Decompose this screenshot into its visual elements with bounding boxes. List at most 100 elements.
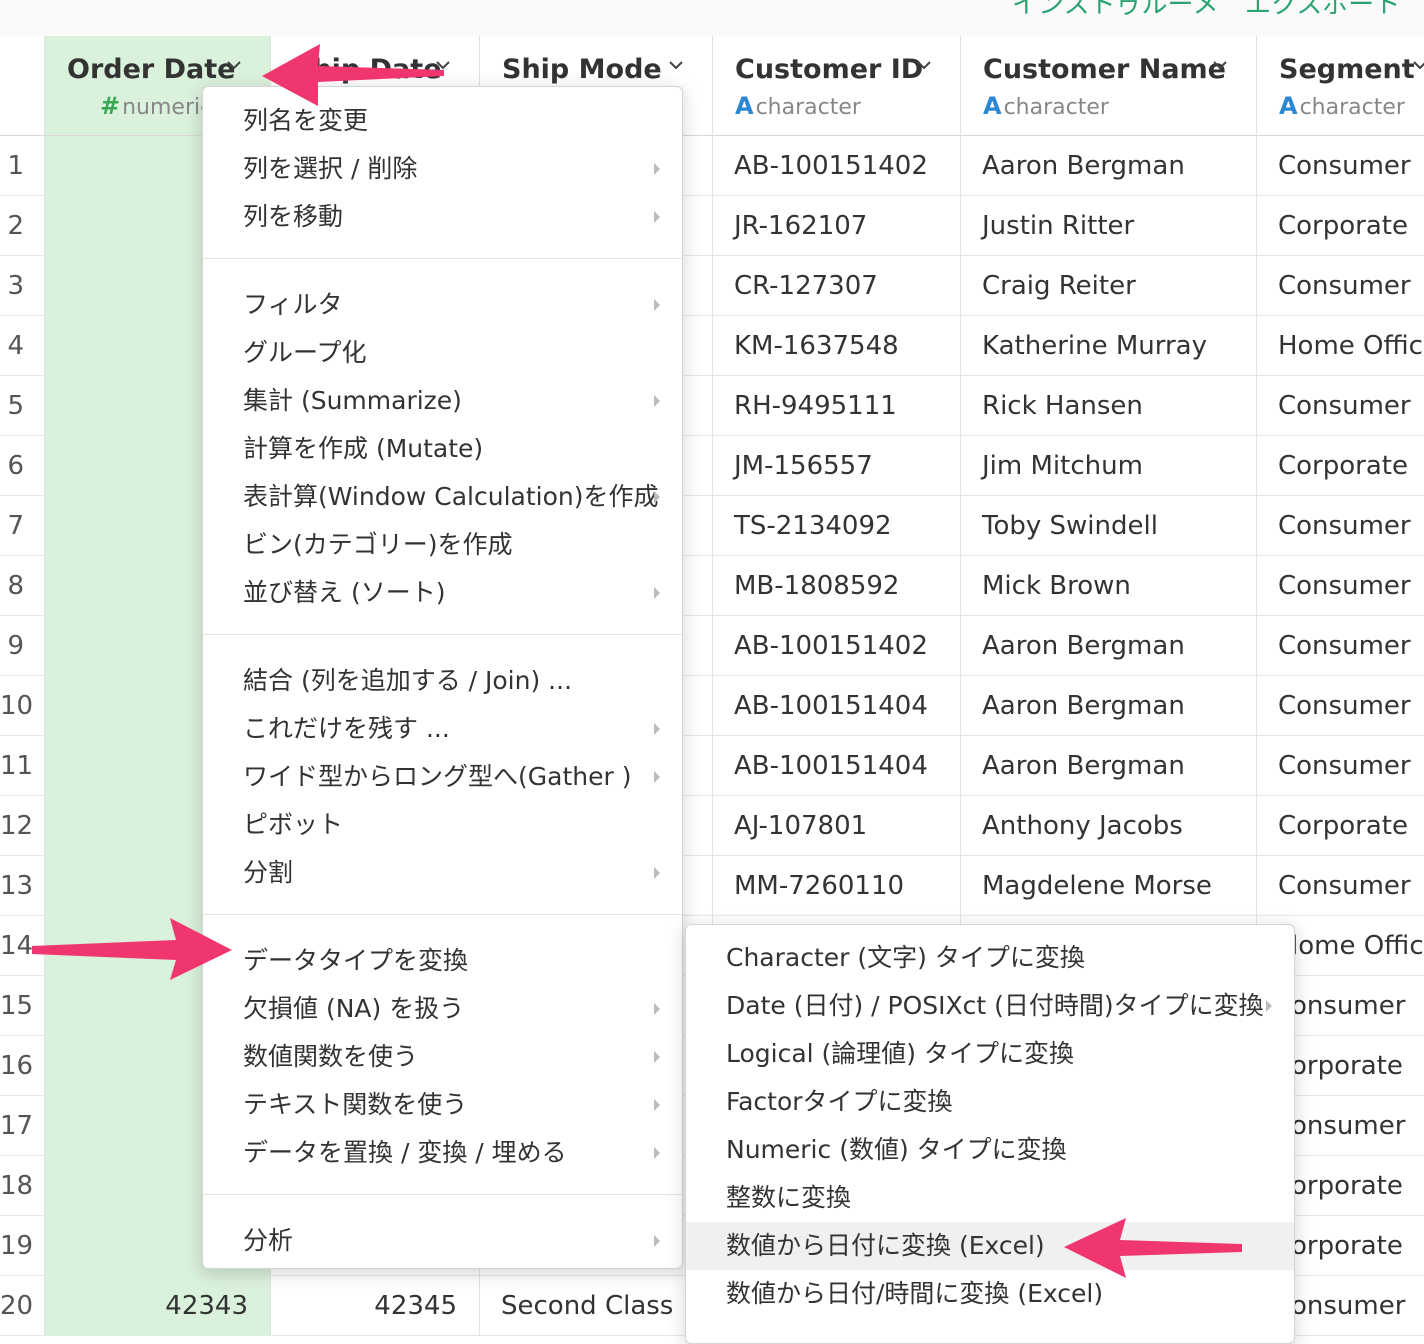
column-header-segment[interactable]: Segment Acharacter	[1257, 36, 1424, 136]
row-index[interactable]: 14	[0, 916, 45, 976]
menu-item[interactable]: 分析	[203, 1217, 682, 1265]
submenu-item[interactable]: 数値から日付/時間に変換 (Excel)	[686, 1270, 1294, 1318]
column-header-customer-name[interactable]: Customer Name Acharacter	[961, 36, 1257, 136]
customer-name-cell[interactable]: Mick Brown	[961, 556, 1257, 616]
segment-cell[interactable]: Corporate	[1257, 436, 1424, 496]
submenu-item[interactable]: Character (文字) タイプに変換	[686, 934, 1294, 982]
row-index[interactable]: 4	[0, 316, 45, 376]
segment-cell[interactable]: Consumer	[1257, 256, 1424, 316]
ship-date-cell[interactable]: 42345	[271, 1276, 480, 1336]
customer-id-cell[interactable]: AB-100151404	[713, 736, 961, 796]
customer-name-cell[interactable]: Rick Hansen	[961, 376, 1257, 436]
menu-item[interactable]: 欠損値 (NA) を扱う	[203, 985, 682, 1033]
menu-item[interactable]: テキスト関数を使う	[203, 1081, 682, 1129]
column-header-customer-id[interactable]: Customer ID Acharacter	[713, 36, 961, 136]
row-index[interactable]: 18	[0, 1156, 45, 1216]
menu-item[interactable]: 計算を作成 (Mutate)	[203, 425, 682, 473]
ship-mode-cell[interactable]: Second Class	[480, 1276, 713, 1336]
chevron-down-icon[interactable]	[1213, 58, 1227, 72]
row-index[interactable]: 5	[0, 376, 45, 436]
customer-name-cell[interactable]: Justin Ritter	[961, 196, 1257, 256]
customer-id-cell[interactable]: AJ-107801	[713, 796, 961, 856]
menu-item[interactable]: グループ化	[203, 329, 682, 377]
segment-cell[interactable]: Consumer	[1257, 856, 1424, 916]
chevron-down-icon[interactable]	[436, 58, 450, 72]
segment-cell[interactable]: Consumer	[1257, 616, 1424, 676]
row-index[interactable]: 16	[0, 1036, 45, 1096]
menu-item[interactable]: 表計算(Window Calculation)を作成	[203, 473, 682, 521]
customer-name-cell[interactable]: Toby Swindell	[961, 496, 1257, 556]
row-index[interactable]: 9	[0, 616, 45, 676]
menu-item[interactable]: フィルタ	[203, 281, 682, 329]
menu-item[interactable]: データを置換 / 変換 / 埋める	[203, 1129, 682, 1177]
customer-id-cell[interactable]: CR-127307	[713, 256, 961, 316]
customer-id-cell[interactable]: AB-100151402	[713, 136, 961, 196]
row-index[interactable]: 3	[0, 256, 45, 316]
menu-item[interactable]: 数値関数を使う	[203, 1033, 682, 1081]
chevron-down-icon[interactable]	[669, 58, 683, 72]
customer-id-cell[interactable]: KM-1637548	[713, 316, 961, 376]
customer-name-cell[interactable]: Craig Reiter	[961, 256, 1257, 316]
row-index[interactable]: 11	[0, 736, 45, 796]
submenu-item[interactable]: Numeric (数値) タイプに変換	[686, 1126, 1294, 1174]
menu-item[interactable]: ワイド型からロング型へ(Gather )	[203, 753, 682, 801]
chevron-down-icon[interactable]	[917, 58, 931, 72]
segment-cell[interactable]: Consumer	[1257, 556, 1424, 616]
customer-name-cell[interactable]: Jim Mitchum	[961, 436, 1257, 496]
customer-id-cell[interactable]: RH-9495111	[713, 376, 961, 436]
customer-id-cell[interactable]: JM-156557	[713, 436, 961, 496]
submenu-item[interactable]: 整数に変換	[686, 1174, 1294, 1222]
segment-cell[interactable]: Corporate	[1257, 796, 1424, 856]
customer-id-cell[interactable]: MB-1808592	[713, 556, 961, 616]
menu-item[interactable]: 並び替え (ソート)	[203, 569, 682, 617]
customer-name-cell[interactable]: Aaron Bergman	[961, 676, 1257, 736]
customer-name-cell[interactable]: Aaron Bergman	[961, 736, 1257, 796]
row-index[interactable]: 2	[0, 196, 45, 256]
order-date-cell[interactable]: 42343	[45, 1276, 271, 1336]
segment-cell[interactable]: Consumer	[1257, 496, 1424, 556]
menu-item[interactable]: 集計 (Summarize)	[203, 377, 682, 425]
customer-id-cell[interactable]: JR-162107	[713, 196, 961, 256]
menu-item[interactable]: ピボット	[203, 801, 682, 849]
submenu-item[interactable]: Factorタイプに変換	[686, 1078, 1294, 1126]
menu-item[interactable]: 列名を変更	[203, 97, 682, 145]
row-index[interactable]: 6	[0, 436, 45, 496]
customer-name-cell[interactable]: Magdelene Morse	[961, 856, 1257, 916]
chevron-down-icon[interactable]	[1413, 58, 1424, 72]
segment-cell[interactable]: Consumer	[1257, 676, 1424, 736]
row-index[interactable]: 12	[0, 796, 45, 856]
row-index[interactable]: 20	[0, 1276, 45, 1336]
customer-name-cell[interactable]: Aaron Bergman	[961, 136, 1257, 196]
row-index[interactable]: 8	[0, 556, 45, 616]
row-index[interactable]: 10	[0, 676, 45, 736]
menu-item[interactable]: これだけを残す ...	[203, 705, 682, 753]
segment-cell[interactable]: Home Office	[1257, 316, 1424, 376]
segment-cell[interactable]: Corporate	[1257, 196, 1424, 256]
menu-item[interactable]: ビン(カテゴリー)を作成	[203, 521, 682, 569]
customer-id-cell[interactable]: MM-7260110	[713, 856, 961, 916]
customer-name-cell[interactable]: Anthony Jacobs	[961, 796, 1257, 856]
row-index[interactable]: 7	[0, 496, 45, 556]
menu-item[interactable]: 列を移動	[203, 193, 682, 241]
customer-id-cell[interactable]: AB-100151404	[713, 676, 961, 736]
chevron-down-icon[interactable]	[227, 58, 241, 72]
customer-id-cell[interactable]: AB-100151402	[713, 616, 961, 676]
segment-cell[interactable]: Consumer	[1257, 736, 1424, 796]
customer-name-cell[interactable]: Katherine Murray	[961, 316, 1257, 376]
segment-cell[interactable]: Consumer	[1257, 376, 1424, 436]
menu-item[interactable]: 分割	[203, 849, 682, 897]
segment-cell[interactable]: Consumer	[1257, 136, 1424, 196]
menu-item[interactable]: 結合 (列を追加する / Join) ...	[203, 657, 682, 705]
customer-name-cell[interactable]: Aaron Bergman	[961, 616, 1257, 676]
row-index[interactable]: 13	[0, 856, 45, 916]
row-index[interactable]: 1	[0, 136, 45, 196]
submenu-item[interactable]: 数値から日付に変換 (Excel)	[686, 1222, 1294, 1270]
menu-item[interactable]: データタイプを変換	[203, 937, 682, 985]
customer-id-cell[interactable]: TS-2134092	[713, 496, 961, 556]
row-index[interactable]: 17	[0, 1096, 45, 1156]
submenu-item[interactable]: Logical (論理値) タイプに変換	[686, 1030, 1294, 1078]
submenu-item[interactable]: Date (日付) / POSIXct (日付時間)タイプに変換	[686, 982, 1294, 1030]
row-index[interactable]: 15	[0, 976, 45, 1036]
row-index[interactable]: 19	[0, 1216, 45, 1276]
toolbar-link-2[interactable]: エクスポート	[1245, 0, 1400, 21]
